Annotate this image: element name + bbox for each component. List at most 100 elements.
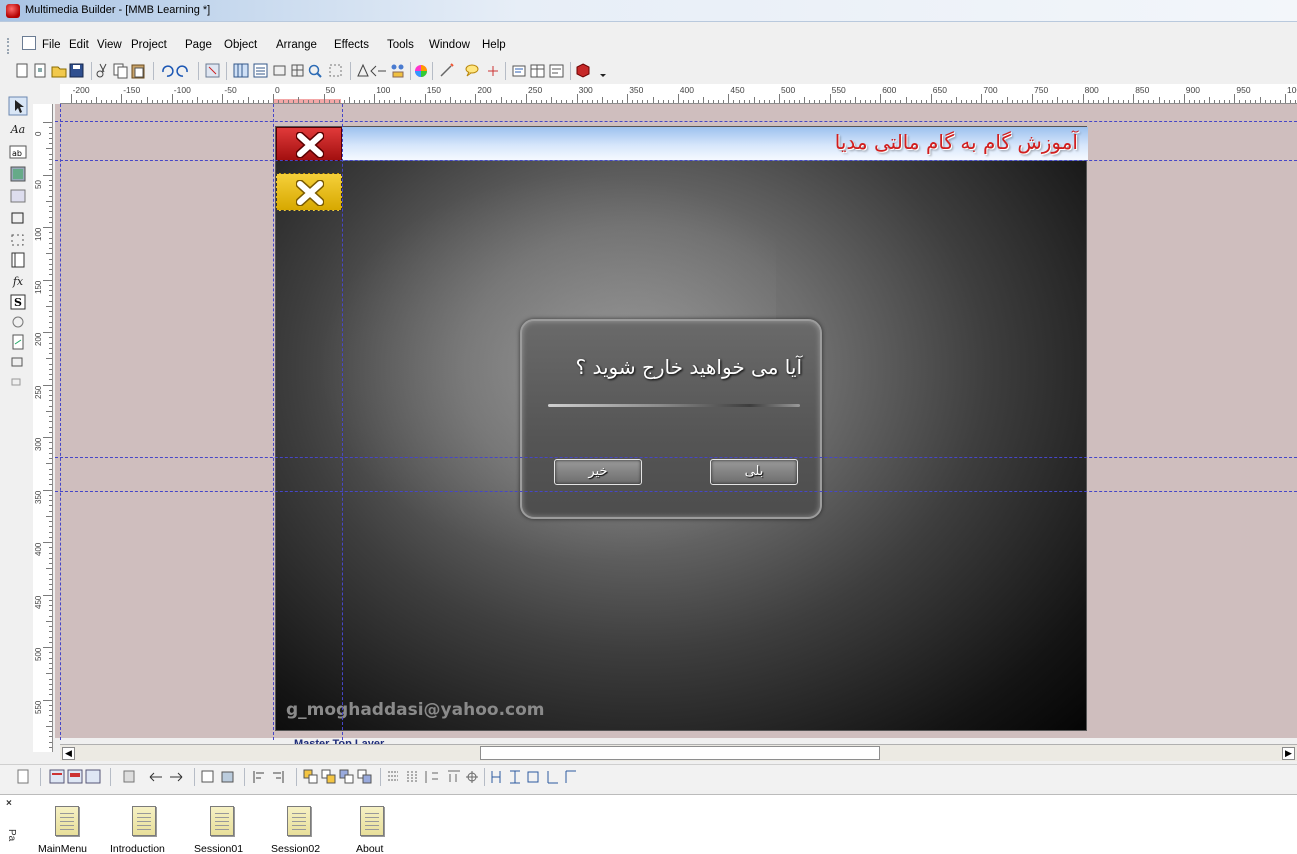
close-button-yellow-hover[interactable] xyxy=(276,173,342,211)
guide-horizontal[interactable] xyxy=(55,121,1297,122)
ruler-minor-tick xyxy=(298,97,300,103)
page-name-introduction[interactable]: Introduction xyxy=(110,843,165,854)
guide-vertical[interactable] xyxy=(342,104,343,740)
page-name-about[interactable]: About xyxy=(356,843,383,854)
guide-vertical[interactable] xyxy=(60,104,61,740)
script-tool-icon[interactable]: S xyxy=(8,292,28,312)
ruler-minor-tick xyxy=(49,657,52,659)
ruler-minor-tick xyxy=(80,100,82,103)
scroll-right-icon[interactable]: ▶ xyxy=(1282,747,1295,760)
ruler-minor-tick xyxy=(49,447,52,449)
page-name-session01[interactable]: Session01 xyxy=(194,843,243,854)
ruler-minor-tick xyxy=(49,295,52,297)
menu-help[interactable]: Help xyxy=(482,39,506,51)
pointer-tool-icon[interactable] xyxy=(8,96,28,116)
menu-object[interactable]: Object xyxy=(224,39,257,51)
menu-window[interactable]: Window xyxy=(429,39,470,51)
close-button-red[interactable] xyxy=(276,127,342,161)
ruler-minor-tick xyxy=(1118,100,1120,103)
ruler-minor-tick xyxy=(237,100,239,103)
page-icon[interactable] xyxy=(55,806,79,836)
ruler-minor-tick xyxy=(49,610,52,612)
ruler-label: 200 xyxy=(34,332,43,346)
ruler-minor-tick xyxy=(713,100,715,103)
ruler-minor-tick xyxy=(156,100,158,103)
page-icon[interactable] xyxy=(360,806,384,836)
menu-effects[interactable]: Effects xyxy=(334,39,369,51)
ruler-minor-tick xyxy=(212,100,214,103)
text-tool-icon[interactable]: Aa xyxy=(8,120,28,140)
ruler-minor-tick xyxy=(1259,97,1261,103)
menu-edit[interactable]: Edit xyxy=(69,39,89,51)
frame-tool-icon[interactable] xyxy=(8,230,28,250)
ruler-minor-tick xyxy=(166,100,168,103)
link-tool-icon[interactable] xyxy=(8,352,28,372)
ruler-minor-tick xyxy=(1112,100,1114,103)
guide-horizontal[interactable] xyxy=(55,457,1297,458)
app-icon[interactable] xyxy=(6,4,20,18)
ruler-tick xyxy=(1082,94,1084,103)
ruler-minor-tick xyxy=(672,100,674,103)
page-name-session02[interactable]: Session02 xyxy=(271,843,320,854)
ruler-minor-tick xyxy=(1193,100,1195,103)
ruler-minor-tick xyxy=(49,584,52,585)
ruler-minor-tick xyxy=(49,694,52,696)
page-icon[interactable] xyxy=(132,806,156,836)
redo-icon xyxy=(176,65,188,77)
same-size-icon xyxy=(527,771,539,783)
resize-alt-icon xyxy=(565,770,576,783)
page-icon[interactable] xyxy=(287,806,311,836)
extra-tool-icon[interactable] xyxy=(8,372,28,392)
no-button[interactable]: خیر xyxy=(554,459,642,485)
menu-tools[interactable]: Tools xyxy=(387,39,414,51)
image-tool-icon[interactable] xyxy=(8,164,28,184)
function-tool-icon[interactable]: fx xyxy=(8,272,28,292)
ruler-minor-tick xyxy=(49,510,52,512)
scroll-left-icon[interactable]: ◀ xyxy=(62,747,75,760)
ruler-minor-tick xyxy=(49,395,52,396)
list-tool-icon[interactable] xyxy=(8,250,28,270)
ruler-minor-tick xyxy=(971,100,973,103)
ruler-label: 550 xyxy=(34,700,43,714)
mp3-tool-icon[interactable] xyxy=(8,312,28,332)
ruler-minor-tick xyxy=(500,97,502,103)
menu-view[interactable]: View xyxy=(97,39,122,51)
ruler-minor-tick xyxy=(49,206,52,207)
menu-project[interactable]: Project xyxy=(131,39,167,51)
scrollbar-thumb[interactable] xyxy=(480,746,880,760)
ruler-minor-tick xyxy=(900,100,902,103)
document-icon[interactable] xyxy=(22,36,36,50)
page-name-mainmenu[interactable]: MainMenu xyxy=(38,843,87,854)
ruler-minor-tick xyxy=(718,100,720,103)
ruler-minor-tick xyxy=(794,100,796,103)
ruler-minor-tick xyxy=(865,100,867,103)
textbox-tool-icon[interactable]: ab xyxy=(8,142,28,162)
rectangle-tool-icon[interactable] xyxy=(8,208,28,228)
ruler-minor-tick xyxy=(146,97,148,103)
ruler-minor-tick xyxy=(95,97,97,103)
ruler-minor-tick xyxy=(49,683,52,685)
menu-arrange[interactable]: Arrange xyxy=(276,39,317,51)
ruler-tick xyxy=(424,94,426,103)
horizontal-scrollbar[interactable]: ◀ ▶ xyxy=(60,744,1297,761)
ruler-minor-tick xyxy=(586,100,588,103)
ruler-minor-tick xyxy=(49,164,52,165)
guide-horizontal[interactable] xyxy=(55,491,1297,492)
document-tool-icon[interactable] xyxy=(8,332,28,352)
page-icon[interactable] xyxy=(210,806,234,836)
project-page: آموزش گام به گام مالتی مدیا آیا می خواهی… xyxy=(275,126,1088,731)
back-arrow-icon xyxy=(149,772,162,782)
pages-close-icon[interactable]: × xyxy=(6,798,20,809)
yes-button[interactable]: بلی xyxy=(710,459,798,485)
ruler-minor-tick xyxy=(49,179,52,181)
menu-file[interactable]: File xyxy=(42,39,61,51)
ruler-minor-tick xyxy=(1209,97,1211,103)
ruler-tick xyxy=(1133,94,1135,103)
pages-panel-handle[interactable]: × Pa xyxy=(6,798,20,854)
bitmap-button-tool-icon[interactable] xyxy=(8,186,28,206)
ruler-minor-tick xyxy=(1097,100,1099,103)
guide-horizontal[interactable] xyxy=(55,160,1297,161)
ruler-tick xyxy=(1183,94,1185,103)
guide-vertical[interactable] xyxy=(273,104,274,740)
menu-page[interactable]: Page xyxy=(185,39,212,51)
